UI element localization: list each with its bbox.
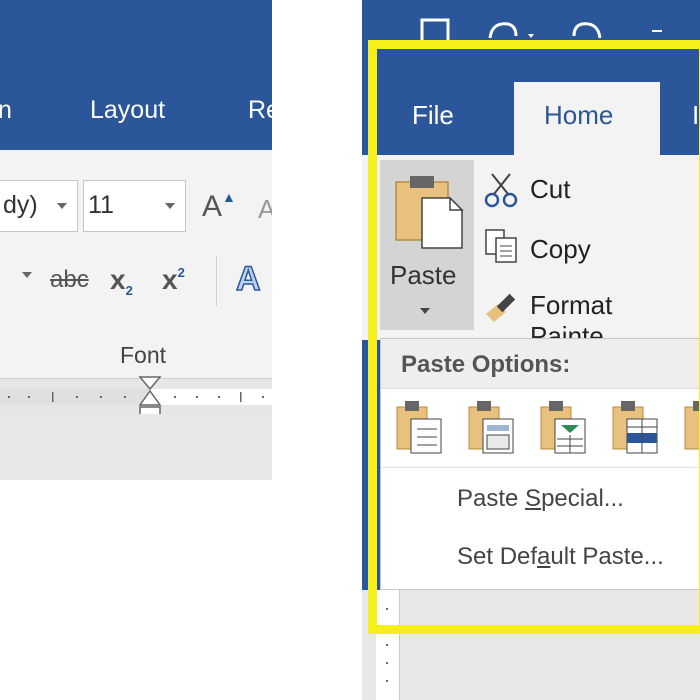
superscript-icon[interactable]: x2 [162, 264, 185, 296]
document-area [0, 414, 272, 480]
highlight-annotation-frame [368, 40, 700, 634]
quick-access-toolbar [362, 0, 700, 46]
chevron-down-icon[interactable] [22, 272, 32, 278]
subscript-icon[interactable]: x2 [110, 264, 133, 298]
ruler-ticks [8, 392, 264, 402]
chevron-down-icon[interactable] [165, 203, 175, 209]
font-name-value: dy) [3, 191, 38, 219]
tab-layout[interactable]: Layout [90, 96, 165, 125]
grow-font-icon[interactable]: A▲ [202, 189, 236, 224]
chevron-down-icon[interactable] [57, 203, 67, 209]
font-group-label: Font [119, 342, 167, 368]
horizontal-ruler [0, 376, 272, 426]
font-name-combo[interactable]: dy) [0, 180, 78, 232]
tab-design-partial[interactable]: n [0, 96, 12, 125]
tab-references-partial[interactable]: Re [248, 96, 272, 125]
ribbon-tab-bar [0, 0, 272, 150]
group-divider [216, 256, 217, 306]
customize-toolbar-icon[interactable] [648, 24, 668, 40]
strikethrough-icon[interactable]: abc [50, 266, 89, 294]
font-size-combo[interactable]: 11 [83, 180, 186, 232]
shrink-font-icon[interactable]: A [258, 194, 272, 225]
font-size-value: 11 [88, 191, 114, 219]
left-ribbon-panel: n Layout Re dy) 11 A▲ A abc x2 x2 A Font [0, 0, 272, 480]
text-effects-icon[interactable]: A [235, 259, 261, 299]
